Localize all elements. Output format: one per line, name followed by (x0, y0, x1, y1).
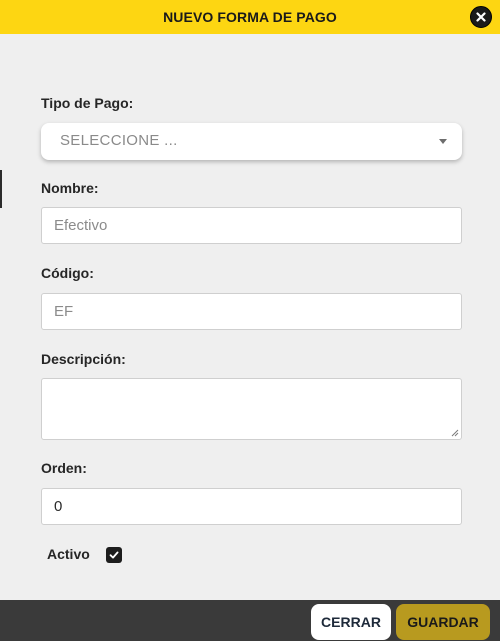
chevron-down-icon (439, 139, 447, 144)
nombre-placeholder: Efectivo (54, 217, 108, 234)
codigo-label: Código: (41, 265, 94, 281)
orden-label: Orden: (41, 460, 87, 476)
nombre-field[interactable]: Efectivo (41, 207, 462, 244)
resize-grip-icon[interactable] (451, 429, 459, 437)
modal-footer: CERRAR GUARDAR (0, 600, 500, 641)
activo-checkbox[interactable] (106, 547, 122, 563)
tipo-pago-label: Tipo de Pago: (41, 95, 134, 111)
cerrar-button[interactable]: CERRAR (311, 604, 391, 640)
codigo-placeholder: EF (54, 303, 74, 320)
descripcion-textarea[interactable] (41, 378, 462, 440)
payment-method-modal: NUEVO FORMA DE PAGO Tipo de Pago: SELECC… (0, 0, 500, 641)
tipo-pago-selected-value: SELECCIONE ... (60, 132, 178, 149)
orden-value: 0 (54, 498, 63, 515)
orden-field[interactable]: 0 (41, 488, 462, 525)
nombre-label: Nombre: (41, 180, 99, 196)
guardar-button[interactable]: GUARDAR (396, 604, 490, 640)
close-icon (476, 12, 486, 22)
checkmark-icon (109, 551, 119, 559)
tipo-pago-select[interactable]: SELECCIONE ... (41, 123, 462, 160)
modal-header: NUEVO FORMA DE PAGO (0, 0, 500, 34)
descripcion-label: Descripción: (41, 351, 126, 367)
modal-title: NUEVO FORMA DE PAGO (163, 9, 337, 25)
activo-label: Activo (47, 546, 90, 562)
codigo-field[interactable]: EF (41, 293, 462, 330)
close-button[interactable] (470, 6, 492, 28)
left-edge-shadow (0, 170, 2, 208)
